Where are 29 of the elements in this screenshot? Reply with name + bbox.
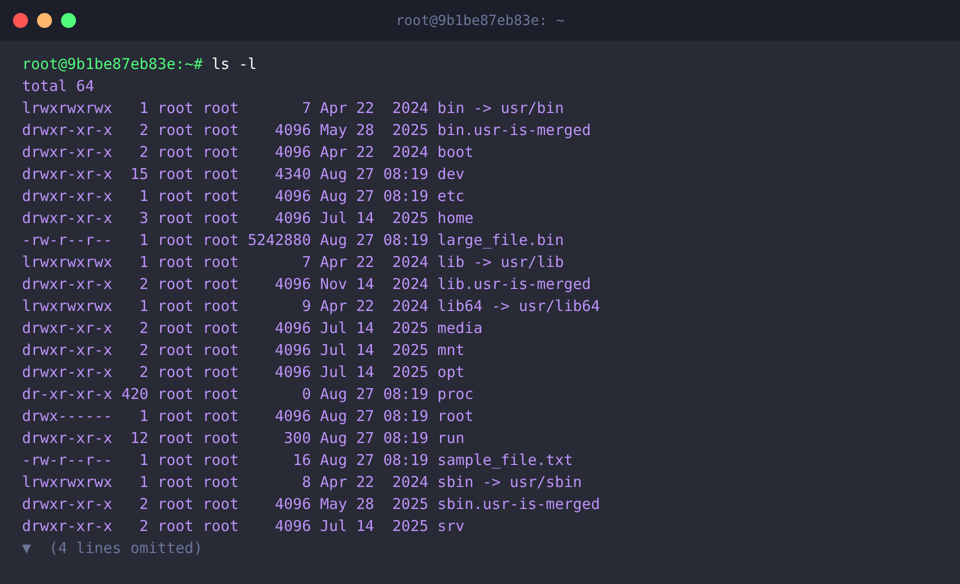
maximize-button[interactable] bbox=[61, 13, 76, 28]
output-line: drwxr-xr-x 1 root root 4096 Aug 27 08:19 etc bbox=[22, 186, 465, 207]
output-line: drwxr-xr-x 2 root root 4096 Jul 14 2025 srv bbox=[22, 516, 465, 537]
output-line: drwxr-xr-x 2 root root 4096 Jul 14 2025 opt bbox=[22, 362, 465, 383]
command: ls -l bbox=[212, 54, 257, 75]
collapse-toggle[interactable]: ▼ bbox=[22, 537, 32, 559]
output-line: drwxr-xr-x 2 root root 4096 Apr 22 2024 boot bbox=[22, 142, 474, 163]
output-line: drwxr-xr-x 15 root root 4340 Aug 27 08:19 dev bbox=[22, 164, 465, 185]
output-line: drwxr-xr-x 3 root root 4096 Jul 14 2025 home bbox=[22, 208, 474, 229]
omitted-lines-note: (4 lines omitted) bbox=[49, 538, 203, 559]
output-line: drwx------ 1 root root 4096 Aug 27 08:19 root bbox=[22, 406, 474, 427]
output-line: -rw-r--r-- 1 root root 5242880 Aug 27 08:19 large_file.bin bbox=[22, 230, 564, 251]
output-line: drwxr-xr-x 2 root root 4096 Nov 14 2024 lib.usr-is-merged bbox=[22, 274, 591, 295]
output-line: total 64 bbox=[22, 76, 94, 97]
output-line: lrwxrwxrwx 1 root root 7 Apr 22 2024 lib -> usr/lib bbox=[22, 252, 564, 273]
output-line: drwxr-xr-x 2 root root 4096 Jul 14 2025 media bbox=[22, 318, 483, 339]
output-line: lrwxrwxrwx 1 root root 8 Apr 22 2024 sbin -> usr/sbin bbox=[22, 472, 582, 493]
output-line: drwxr-xr-x 2 root root 4096 May 28 2025 bin.usr-is-merged bbox=[22, 120, 591, 141]
close-button[interactable] bbox=[13, 13, 28, 28]
output-line: lrwxrwxrwx 1 root root 7 Apr 22 2024 bin -> usr/bin bbox=[22, 98, 564, 119]
prompt: root@9b1be87eb83e:~# bbox=[22, 54, 203, 75]
output-line: dr-xr-xr-x 420 root root 0 Aug 27 08:19 proc bbox=[22, 384, 474, 405]
output-line: drwxr-xr-x 2 root root 4096 Jul 14 2025 mnt bbox=[22, 340, 465, 361]
output-line: drwxr-xr-x 2 root root 4096 May 28 2025 sbin.usr-is-merged bbox=[22, 494, 600, 515]
output-line: lrwxrwxrwx 1 root root 9 Apr 22 2024 lib64 -> usr/lib64 bbox=[22, 296, 600, 317]
output-line: drwxr-xr-x 12 root root 300 Aug 27 08:19 run bbox=[22, 428, 465, 449]
output-line: -rw-r--r-- 1 root root 16 Aug 27 08:19 sample_file.txt bbox=[22, 450, 573, 471]
window-title: root@9b1be87eb83e: ~ bbox=[396, 12, 564, 28]
minimize-button[interactable] bbox=[37, 13, 52, 28]
